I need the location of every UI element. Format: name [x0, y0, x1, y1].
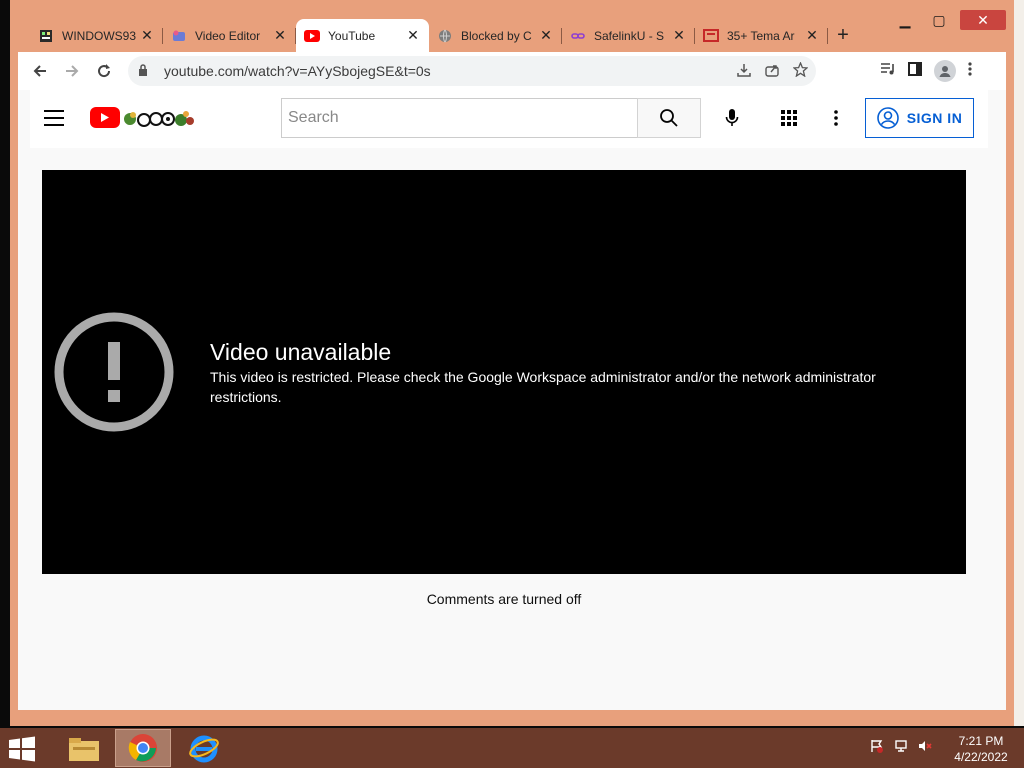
bookmark-star-icon[interactable]	[792, 61, 809, 80]
start-button[interactable]	[8, 736, 38, 762]
sign-in-label: SIGN IN	[906, 110, 963, 126]
web-page: Search SIGN IN Video unavailable This vi…	[18, 90, 1006, 710]
windows93-favicon-icon	[38, 28, 54, 44]
video-player[interactable]: Video unavailable This video is restrict…	[42, 170, 966, 574]
youtube-logo[interactable]	[90, 106, 194, 128]
tab-title: WINDOWS93	[62, 28, 137, 43]
reload-icon	[98, 64, 111, 78]
forward-button[interactable]	[56, 55, 88, 87]
internet-explorer-icon	[189, 735, 219, 763]
exclamation-circle-icon	[54, 312, 174, 432]
youtube-play-icon	[90, 106, 120, 128]
network-icon[interactable]	[894, 739, 908, 756]
youtube-header: Search SIGN IN	[30, 90, 988, 148]
tab-windows93[interactable]: WINDOWS93 ✕	[30, 19, 163, 52]
maximize-button[interactable]: ▢	[926, 10, 952, 30]
hamburger-menu-icon[interactable]	[44, 110, 64, 126]
new-tab-button[interactable]: +	[828, 19, 858, 52]
tab-close-icon[interactable]: ✕	[405, 27, 421, 44]
error-message: This video is restricted. Please check t…	[210, 369, 876, 405]
tab-title: YouTube	[328, 28, 376, 43]
reload-button[interactable]	[88, 55, 120, 87]
desktop-edge-right	[1014, 0, 1024, 726]
apps-grid-icon	[781, 110, 797, 126]
side-panel-icon[interactable]	[908, 62, 922, 80]
browser-menu-icon[interactable]	[968, 62, 972, 80]
search-button[interactable]	[637, 98, 701, 138]
taskbar-internet-explorer[interactable]	[176, 729, 232, 767]
arrow-left-icon	[33, 65, 46, 77]
install-app-icon[interactable]	[737, 63, 751, 80]
profile-avatar[interactable]	[934, 60, 956, 82]
more-vert-icon	[834, 110, 838, 126]
windows-taskbar: 7:21 PM 4/22/2022	[0, 728, 1024, 768]
safelink-favicon-icon	[570, 28, 586, 44]
tab-close-icon[interactable]: ✕	[272, 27, 288, 44]
chrome-icon	[128, 734, 157, 762]
desktop-edge	[0, 0, 10, 726]
tab-close-icon[interactable]: ✕	[139, 27, 155, 44]
taskbar-chrome[interactable]	[115, 729, 171, 767]
slides-favicon-icon	[703, 28, 719, 44]
share-icon[interactable]	[765, 63, 779, 80]
tab-blocked[interactable]: Blocked by C ✕	[429, 19, 562, 52]
media-control-icon[interactable]	[880, 62, 896, 80]
window-caption-buttons: ▁ ▢ ✕	[892, 10, 1006, 30]
tab-close-icon[interactable]: ✕	[804, 27, 820, 44]
tab-youtube[interactable]: YouTube ✕	[296, 19, 429, 52]
youtube-favicon-icon	[304, 28, 320, 44]
lock-icon[interactable]	[138, 63, 158, 79]
browser-toolbar: youtube.com/watch?v=AYySbojegSE&t=0s	[18, 52, 1006, 90]
settings-menu-button[interactable]	[826, 102, 846, 134]
volume-muted-icon[interactable]	[918, 739, 932, 756]
account-circle-icon	[876, 107, 899, 129]
tab-title: Blocked by C	[461, 28, 532, 43]
youtube-apps-button[interactable]	[777, 102, 801, 134]
tab-close-icon[interactable]: ✕	[671, 27, 687, 44]
address-bar[interactable]: youtube.com/watch?v=AYySbojegSE&t=0s	[128, 56, 816, 86]
clock-date: 4/22/2022	[954, 750, 1008, 764]
search-icon	[660, 109, 678, 127]
tab-safelinku[interactable]: SafelinkU - S ✕	[562, 19, 695, 52]
address-bar-actions	[737, 56, 809, 86]
tab-title: SafelinkU - S	[594, 28, 665, 43]
tab-title: Video Editor	[195, 28, 261, 43]
clock-time: 7:21 PM	[958, 734, 1004, 748]
taskbar-clock[interactable]: 7:21 PM 4/22/2022	[950, 733, 1012, 765]
url-text[interactable]: youtube.com/watch?v=AYySbojegSE&t=0s	[164, 63, 431, 79]
minimize-button[interactable]: ▁	[892, 10, 918, 30]
toolbar-right-actions	[880, 56, 972, 86]
comments-status: Comments are turned off	[426, 591, 582, 607]
person-icon	[939, 66, 951, 77]
tab-video-editor[interactable]: Video Editor ✕	[163, 19, 296, 52]
back-button[interactable]	[24, 55, 56, 87]
search-input[interactable]: Search	[281, 98, 638, 138]
taskbar-file-explorer[interactable]	[56, 729, 112, 767]
microphone-icon	[725, 109, 739, 126]
sign-in-button[interactable]: SIGN IN	[865, 98, 974, 138]
error-title: Video unavailable	[210, 339, 392, 365]
tab-title: 35+ Tema Ar	[727, 28, 795, 43]
action-center-flag-icon[interactable]	[870, 739, 884, 756]
voice-search-button[interactable]	[716, 102, 748, 134]
windows-logo-icon	[9, 736, 35, 762]
tab-close-icon[interactable]: ✕	[538, 27, 554, 44]
arrow-right-icon	[66, 65, 79, 77]
tab-tema[interactable]: 35+ Tema Ar ✕	[695, 19, 828, 52]
youtube-doodle-logo	[124, 111, 194, 127]
system-tray	[870, 739, 932, 756]
close-window-button[interactable]: ✕	[960, 10, 1006, 30]
video-editor-favicon-icon	[171, 28, 187, 44]
folder-icon	[69, 738, 99, 761]
tab-strip: WINDOWS93 ✕ Video Editor ✕ YouTube ✕ Blo…	[30, 19, 858, 52]
globe-favicon-icon	[437, 28, 453, 44]
